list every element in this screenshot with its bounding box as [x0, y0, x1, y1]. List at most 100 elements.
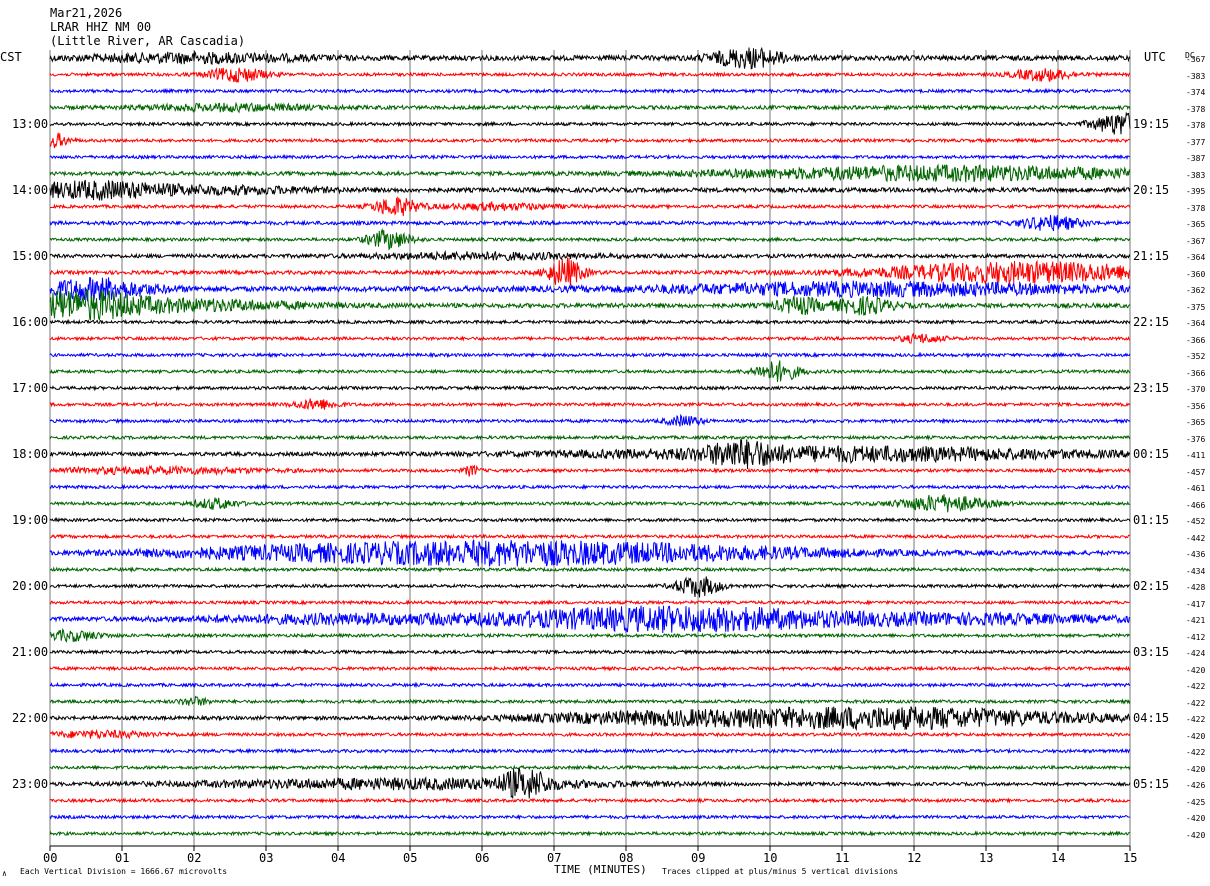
dc-offset-label: -352	[1186, 352, 1206, 361]
dc-offset-label: -417	[1186, 599, 1206, 609]
x-tick-label: 01	[115, 851, 130, 865]
dc-offset-label: -378	[1186, 104, 1206, 114]
seismic-trace	[49, 695, 1131, 706]
seismic-trace	[49, 599, 1131, 606]
dc-offset-label: -365	[1186, 418, 1206, 427]
dc-offset-label: -367	[1186, 236, 1206, 246]
left-hour-label: 13:00	[12, 117, 49, 131]
dc-offset-label: -411	[1186, 451, 1206, 460]
dc-offset-label: -366	[1186, 335, 1206, 345]
seismic-trace	[49, 813, 1131, 821]
corner-mark: ∧	[2, 869, 7, 878]
dc-offset-label: -420	[1186, 731, 1206, 741]
left-hour-label: 17:00	[12, 381, 49, 395]
seismic-trace	[49, 764, 1131, 771]
seismic-trace	[49, 318, 1131, 326]
seismic-trace	[49, 111, 1131, 135]
dc-offset-label: -422	[1186, 698, 1206, 708]
left-hour-label: 15:00	[12, 249, 49, 263]
right-hour-label: 02:15	[1133, 579, 1170, 593]
right-hour-label: 05:15	[1133, 777, 1170, 791]
dc-offset-label: -364	[1186, 253, 1206, 262]
right-hour-label: 23:15	[1133, 381, 1170, 395]
seismic-trace	[49, 163, 1131, 183]
right-hour-label: 21:15	[1133, 249, 1170, 263]
dc-offset-label: -461	[1186, 484, 1206, 493]
dc-offset-label: -422	[1186, 715, 1206, 724]
x-tick-label: 05	[403, 851, 418, 865]
dc-offset-label: -420	[1186, 665, 1206, 675]
dc-offset-label: -436	[1186, 550, 1206, 559]
left-hour-label: 14:00	[12, 183, 49, 197]
right-hour-label: 20:15	[1133, 183, 1170, 197]
seismic-trace	[49, 384, 1131, 392]
dc-offset-label: -422	[1186, 748, 1206, 757]
seismic-trace	[49, 648, 1131, 656]
dc-offset-label: -387	[1186, 154, 1206, 163]
right-hour-label: 03:15	[1133, 645, 1170, 659]
dc-offset-label: -377	[1186, 137, 1206, 147]
x-axis-title: TIME (MINUTES)	[554, 863, 647, 876]
seismic-trace	[49, 747, 1131, 755]
seismic-trace	[49, 494, 1131, 513]
dc-offset-label: -376	[1186, 434, 1206, 444]
right-hour-label: 19:15	[1133, 117, 1170, 131]
seismic-trace	[49, 566, 1131, 573]
helicorder-plot	[49, 46, 1131, 851]
seismic-trace	[49, 276, 1131, 302]
seismic-trace	[49, 706, 1131, 731]
dc-offset-label: -374	[1186, 88, 1206, 97]
right-hour-label: 04:15	[1133, 711, 1170, 725]
dc-offset-label: -364	[1186, 319, 1206, 328]
right-hour-label: 00:15	[1133, 447, 1170, 461]
x-tick-label: 00	[43, 851, 58, 865]
seismic-trace	[49, 228, 1131, 251]
dc-offset-label: -434	[1186, 566, 1206, 576]
dc-offset-label: -422	[1186, 682, 1206, 691]
dc-offset-label: -428	[1186, 583, 1206, 592]
seismic-trace	[49, 533, 1131, 540]
left-hour-label: 23:00	[12, 777, 49, 791]
dc-offset-label: -420	[1186, 830, 1206, 840]
dc-offset-label: -412	[1186, 632, 1206, 642]
vertical-division-note: Each Vertical Division = 1666.67 microvo…	[20, 867, 228, 876]
x-tick-label: 10	[763, 851, 778, 865]
dc-offset-label: -425	[1186, 797, 1206, 807]
seismic-trace	[49, 351, 1131, 359]
seismic-trace	[49, 257, 1131, 286]
seismic-trace	[49, 132, 1131, 149]
x-tick-label: 06	[475, 851, 490, 865]
x-tick-label: 13	[979, 851, 994, 865]
left-hour-label: 18:00	[12, 447, 49, 461]
dc-offset-label: -420	[1186, 814, 1206, 823]
dc-offset-label: -367	[1186, 55, 1206, 64]
left-hour-label: 16:00	[12, 315, 49, 329]
dc-offset-label: -420	[1186, 764, 1206, 774]
seismic-trace	[49, 434, 1131, 441]
x-tick-label: 04	[331, 851, 346, 865]
x-tick-label: 03	[259, 851, 274, 865]
x-tick-label: 11	[835, 851, 850, 865]
left-hour-label: 19:00	[12, 513, 49, 527]
dc-offset-label: -421	[1186, 616, 1206, 625]
seismic-trace	[49, 464, 1131, 477]
dc-offset-label: -466	[1186, 500, 1206, 510]
seismic-trace	[49, 728, 1131, 740]
seismic-trace	[49, 797, 1131, 804]
left-hour-label: 20:00	[12, 579, 49, 593]
dc-offset-label: -370	[1186, 385, 1206, 394]
x-tick-label: 14	[1051, 851, 1066, 865]
seismic-trace	[49, 681, 1131, 689]
seismic-trace	[49, 767, 1131, 800]
dc-offset-label: -457	[1186, 467, 1206, 477]
seismic-trace	[49, 179, 1131, 201]
seismic-trace	[49, 288, 1131, 321]
dc-offset-label: -452	[1186, 517, 1206, 526]
seismic-trace	[49, 413, 1131, 427]
dc-offset-label: -383	[1186, 71, 1206, 81]
x-tick-label: 09	[691, 851, 706, 865]
seismic-trace	[49, 627, 1131, 643]
seismic-trace	[49, 249, 1131, 262]
dc-offset-label: -362	[1186, 286, 1206, 295]
seismic-trace	[49, 665, 1131, 672]
